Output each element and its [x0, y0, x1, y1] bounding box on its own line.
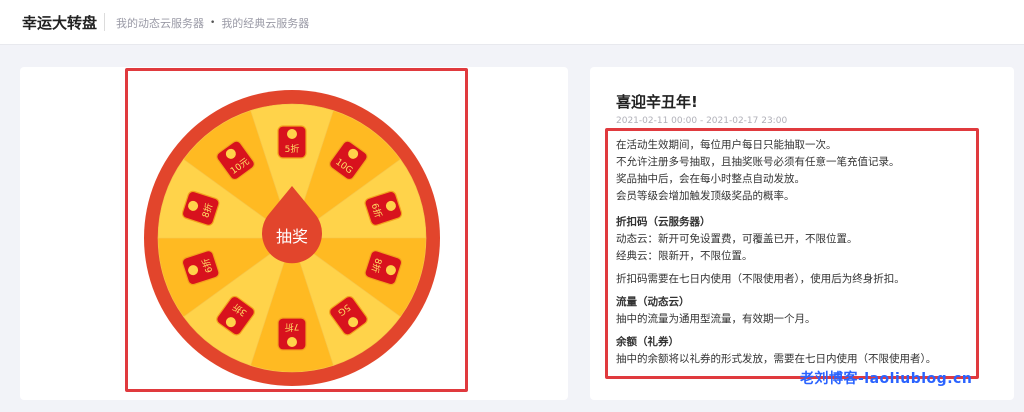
event-date-range: 2021-02-11 00:00 - 2021-02-17 23:00 [616, 116, 788, 126]
rule-line: 会员等级会增加触发顶级奖品的概率。 [616, 190, 795, 202]
envelope-seal-icon [287, 129, 297, 139]
event-title: 喜迎辛丑年! [616, 93, 698, 111]
link-dynamic-cloud-servers[interactable]: 我的动态云服务器 [116, 15, 204, 31]
discount-heading: 折扣码（云服务器） [616, 216, 711, 228]
discount-line: 动态云：新开可免设置费，可覆盖已开，不限位置。 [616, 233, 858, 245]
prize-label: 5折 [285, 143, 300, 155]
rules-text: 在活动生效期间，每位用户每日只能抽取一次。 不允许注册多号抽取，且抽奖账号必须有… [616, 137, 976, 368]
traffic-line: 抽中的流量为通用型流量，有效期一个月。 [616, 313, 816, 325]
prize-label: 7折 [285, 321, 300, 333]
balance-line: 抽中的余额将以礼券的形式发放，需要在七日内使用（不限使用者）。 [616, 353, 937, 365]
watermark: 老刘博客-laoliublog.cn [800, 371, 973, 387]
header-divider [104, 13, 105, 31]
page-title: 幸运大转盘 [22, 14, 98, 32]
breadcrumb: 我的动态云服务器 • 我的经典云服务器 [116, 15, 309, 31]
prize-envelope: 5折 [277, 125, 307, 159]
rule-line: 奖品抽中后，会在每小时整点自动发放。 [616, 173, 805, 185]
prize-envelope: 7折 [277, 317, 307, 351]
rule-line: 不允许注册多号抽取，且抽奖账号必须有任意一笔充值记录。 [616, 156, 900, 168]
lucky-wheel: 5折10G6折8折5G7折3折6折8折10元 抽奖 [144, 90, 440, 386]
rule-line: 在活动生效期间，每位用户每日只能抽取一次。 [616, 139, 837, 151]
link-classic-cloud-servers[interactable]: 我的经典云服务器 [221, 15, 309, 31]
envelope-seal-icon [287, 337, 297, 347]
traffic-heading: 流量（动态云） [616, 296, 690, 308]
balance-heading: 余额（礼券） [616, 336, 679, 348]
breadcrumb-separator: • [210, 18, 216, 28]
discount-note: 折扣码需要在七日内使用（不限使用者），使用后为终身折扣。 [616, 273, 905, 285]
draw-button-label: 抽奖 [276, 227, 308, 246]
top-bar: 幸运大转盘 我的动态云服务器 • 我的经典云服务器 [0, 0, 1024, 45]
discount-line: 经典云：限新开，不限位置。 [616, 250, 753, 262]
